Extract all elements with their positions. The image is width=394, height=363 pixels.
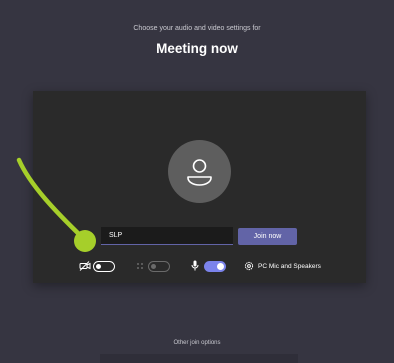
microphone-toggle[interactable] (204, 261, 226, 272)
camera-toggle[interactable] (93, 261, 115, 272)
audio-device-label[interactable]: PC Mic and Speakers (258, 263, 321, 270)
other-join-options-label: Other join options (173, 340, 221, 346)
name-input[interactable] (101, 227, 233, 245)
avatar (168, 140, 231, 203)
other-join-options-bar[interactable] (100, 354, 298, 363)
camera-off-icon (79, 261, 91, 271)
meeting-subtitle: Choose your audio and video settings for (133, 25, 261, 32)
meeting-title: Meeting now (156, 41, 238, 56)
background-blur-icon (137, 263, 143, 269)
background-blur-toggle[interactable] (148, 261, 170, 272)
settings-gear-icon[interactable] (244, 261, 254, 271)
microphone-icon (191, 260, 199, 271)
person-icon (187, 159, 212, 186)
join-now-button[interactable]: Join now (238, 228, 297, 245)
